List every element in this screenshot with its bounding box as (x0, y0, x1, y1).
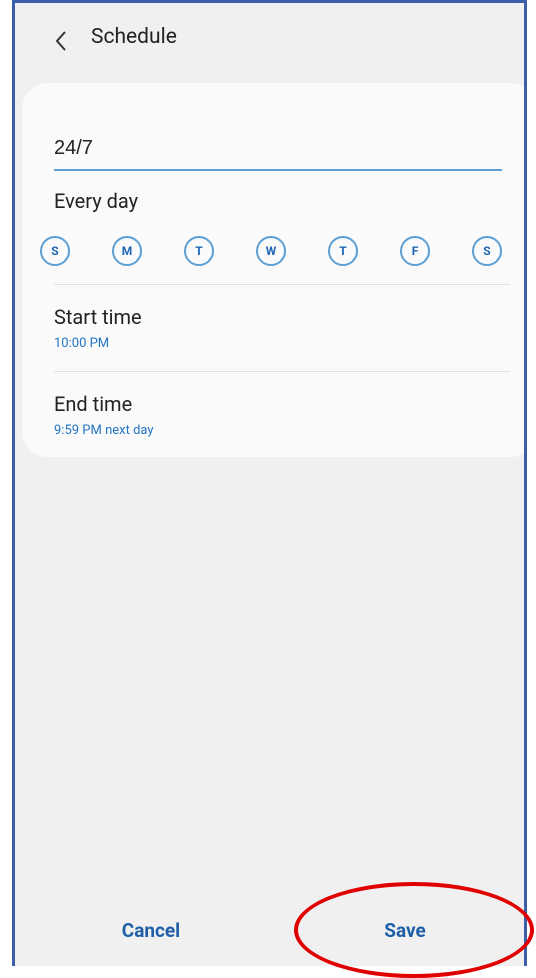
cancel-button[interactable]: Cancel (115, 919, 187, 942)
save-button[interactable]: Save (375, 919, 435, 942)
start-time-label: Start time (54, 305, 142, 329)
day-toggle-sunday[interactable]: S (40, 236, 70, 266)
back-button[interactable] (43, 23, 79, 59)
day-toggle-friday[interactable]: F (400, 236, 430, 266)
page-title: Schedule (91, 25, 177, 49)
bottom-action-bar: Cancel Save (15, 903, 524, 966)
phone-screen: Schedule Every day S M T W T F S Start t… (12, 0, 527, 966)
end-time-label: End time (54, 392, 133, 416)
repeat-label: Every day (54, 189, 139, 213)
chevron-left-icon (55, 31, 66, 51)
schedule-card: Every day S M T W T F S Start time 10:00… (22, 83, 524, 457)
day-toggle-monday[interactable]: M (112, 236, 142, 266)
start-time-value: 10:00 PM (54, 336, 110, 351)
day-toggle-thursday[interactable]: T (328, 236, 358, 266)
header-bar: Schedule (15, 3, 524, 79)
end-time-row[interactable]: End time 9:59 PM next day (22, 372, 524, 452)
day-toggle-tuesday[interactable]: T (184, 236, 214, 266)
day-selector: S M T W T F S (40, 236, 520, 270)
day-toggle-wednesday[interactable]: W (256, 236, 286, 266)
start-time-row[interactable]: Start time 10:00 PM (22, 285, 524, 371)
schedule-name-input[interactable] (54, 131, 502, 171)
end-time-value: 9:59 PM next day (54, 423, 154, 438)
day-toggle-saturday[interactable]: S (472, 236, 502, 266)
